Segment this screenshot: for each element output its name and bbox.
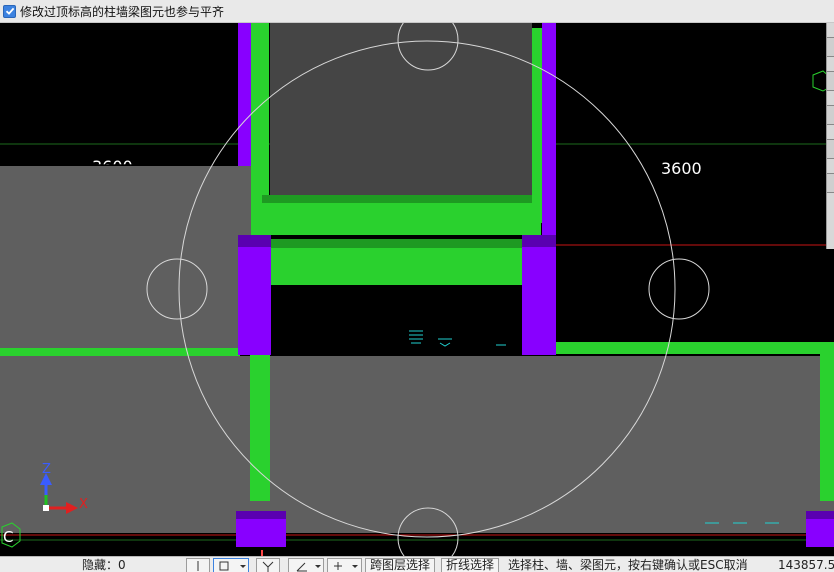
view-tool-button[interactable]: [827, 37, 834, 57]
align-modified-elements-checkbox[interactable]: [3, 4, 16, 18]
coordinate-readout: 143857.5: [778, 558, 834, 572]
dimension-label: 3600: [661, 159, 702, 178]
axis-x-label: X: [79, 497, 88, 512]
column[interactable]: [238, 23, 251, 166]
cross-layer-select-button[interactable]: 跨图层选择: [365, 558, 436, 572]
polar-icon: [262, 561, 274, 572]
axis-label-c: C: [3, 528, 14, 546]
column-cap: [522, 235, 556, 247]
column[interactable]: [522, 237, 556, 355]
view-toolbar: [826, 23, 834, 249]
beam[interactable]: [270, 243, 524, 285]
beam[interactable]: [820, 353, 834, 501]
plus-icon: [334, 562, 358, 570]
angle-dropdown[interactable]: [288, 558, 324, 572]
beam[interactable]: [555, 342, 834, 354]
command-hint: 选择柱、墙、梁图元，按右键确认或ESC取消: [508, 558, 748, 572]
beam-edge: [262, 195, 541, 203]
column[interactable]: [238, 237, 271, 355]
polyline-select-button[interactable]: 折线选择: [441, 558, 500, 572]
view-tool-button[interactable]: [827, 71, 834, 91]
beam[interactable]: [0, 348, 240, 356]
view-tool-button[interactable]: [827, 105, 834, 125]
option-bar: 修改过顶标高的柱墙梁图元也参与平齐: [0, 0, 834, 23]
view-tool-button[interactable]: [827, 173, 834, 193]
align-modified-elements-label: 修改过顶标高的柱墙梁图元也参与平齐: [20, 4, 225, 19]
increment-dropdown[interactable]: [327, 558, 362, 572]
floor-slab-raised[interactable]: [270, 23, 532, 195]
axis-z-label: Z: [42, 462, 51, 477]
angle-icon: [296, 562, 321, 572]
snap-icon: [219, 561, 246, 571]
column-cap: [806, 511, 834, 519]
ortho-icon: [197, 561, 199, 571]
beam-edge: [270, 239, 524, 248]
floor-slab[interactable]: [0, 356, 834, 533]
drawing-canvas[interactable]: 3600 3600 C Z X: [0, 23, 834, 556]
ortho-toggle-button[interactable]: [186, 558, 210, 572]
snap-mode-dropdown[interactable]: [213, 558, 249, 572]
floor-slab[interactable]: [0, 166, 251, 348]
structure-drawing[interactable]: [0, 23, 834, 556]
status-bar: 隐藏：0 跨图层选择 折线选择 选择柱、墙、梁图元，按右键确认或ESC取消 14…: [0, 556, 834, 572]
column-cap: [238, 235, 271, 247]
view-tool-button[interactable]: [827, 139, 834, 159]
column[interactable]: [542, 23, 556, 236]
beam[interactable]: [251, 23, 269, 198]
polar-tracking-button[interactable]: [256, 558, 280, 572]
beam[interactable]: [532, 28, 542, 223]
column-cap: [236, 511, 286, 519]
checkmark-icon: [5, 7, 14, 15]
hidden-count: 隐藏：0: [82, 558, 126, 572]
